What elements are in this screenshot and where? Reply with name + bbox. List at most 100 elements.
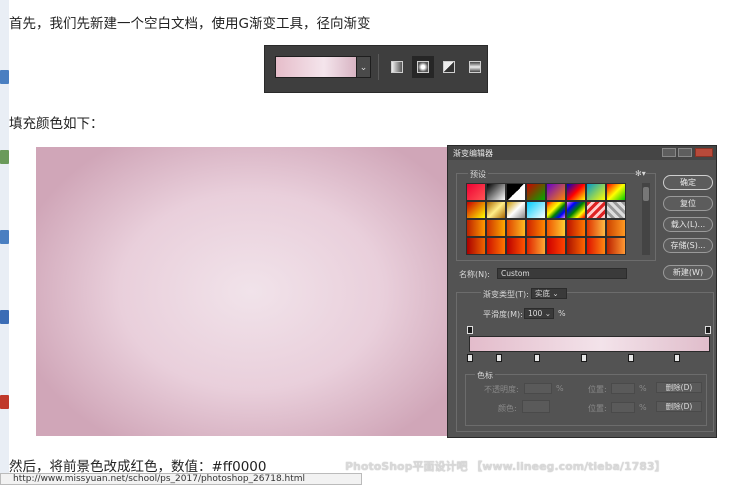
opacity-location-field[interactable] [611,383,635,394]
color-stop[interactable] [534,354,540,362]
dialog-titlebar: 渐变编辑器 [448,146,716,160]
preset-swatch[interactable] [466,219,486,237]
preset-swatch[interactable] [486,183,506,201]
preset-swatch[interactable] [546,237,566,255]
reset-button[interactable]: 复位 [663,196,713,211]
gradient-preview-bar[interactable] [469,336,710,352]
color-label: 颜色: [498,404,517,413]
smoothness-unit: % [558,309,566,318]
name-label: 名称(N): [459,270,490,279]
opacity-unit: % [556,384,564,393]
preset-swatch[interactable] [466,237,486,255]
toolbar-divider [378,54,379,80]
presets-label: 预设 [468,169,488,180]
dialog-title: 渐变编辑器 [453,149,493,158]
desktop-shortcut-icon[interactable] [0,395,9,409]
gradient-picker-swatch[interactable] [275,56,357,78]
preset-swatch[interactable] [486,201,506,219]
close-icon[interactable] [695,148,713,157]
gradient-type-select[interactable]: 实底 ⌄ [531,288,567,299]
preset-swatch[interactable] [606,183,626,201]
name-field[interactable]: Custom [497,268,627,279]
opacity-label: 不透明度: [484,385,519,394]
preset-swatch[interactable] [546,201,566,219]
preset-swatch[interactable] [506,201,526,219]
preset-swatch[interactable] [506,183,526,201]
delete-opacity-stop-button[interactable]: 删除(D) [656,382,702,393]
preset-swatch[interactable] [486,219,506,237]
opacity-location-label: 位置: [588,385,607,394]
opacity-field[interactable] [524,383,552,394]
preset-swatch[interactable] [586,201,606,219]
document-canvas-radial-fill [36,147,450,436]
preset-swatch[interactable] [526,237,546,255]
gear-icon[interactable]: ✻▾ [635,169,646,178]
gradient-dropdown-button[interactable]: ⌄ [357,56,371,78]
delete-color-stop-button[interactable]: 删除(D) [656,401,702,412]
stops-group-label: 色标 [475,370,495,381]
new-button[interactable]: 新建(W) [663,265,713,280]
scrollbar-thumb[interactable] [643,187,649,201]
desktop-shortcut-icon[interactable] [0,70,9,84]
angle-gradient-icon [443,61,455,73]
radial-gradient-button[interactable] [412,56,434,78]
preset-swatch[interactable] [486,237,506,255]
preset-swatch[interactable] [546,183,566,201]
gradient-options-bar: ⌄ [264,45,488,93]
opacity-location-unit: % [639,384,647,393]
desktop-shortcut-icon[interactable] [0,230,9,244]
preset-swatch[interactable] [566,183,586,201]
preset-swatch[interactable] [506,219,526,237]
reflected-gradient-button[interactable] [464,56,486,78]
reflected-gradient-icon [469,61,481,73]
desktop-icon-strip [0,0,9,485]
maximize-icon[interactable] [678,148,692,157]
presets-scrollbar[interactable] [642,183,650,255]
desktop-shortcut-icon[interactable] [0,310,9,324]
article-text-next-step: 然后，将前景色改成红色，数值：#ff0000 [9,459,267,475]
preset-swatch[interactable] [506,237,526,255]
color-stop[interactable] [496,354,502,362]
desktop-shortcut-icon[interactable] [0,150,9,164]
linear-gradient-icon [391,61,403,73]
article-text-intro: 首先，我们先新建一个空白文档，使用G渐变工具，径向渐变 [9,16,371,32]
preset-swatch[interactable] [466,183,486,201]
color-location-field[interactable] [611,402,635,413]
preset-swatch[interactable] [586,183,606,201]
ok-button[interactable]: 确定 [663,175,713,190]
color-location-label: 位置: [588,404,607,413]
minimize-icon[interactable] [662,148,676,157]
save-button[interactable]: 存储(S)... [663,238,713,253]
preset-swatch[interactable] [526,219,546,237]
preset-swatch[interactable] [606,201,626,219]
color-location-unit: % [639,403,647,412]
preset-swatch[interactable] [566,237,586,255]
angle-gradient-button[interactable] [438,56,460,78]
load-button[interactable]: 载入(L)... [663,217,713,232]
preset-swatch[interactable] [606,237,626,255]
preset-swatch[interactable] [466,201,486,219]
opacity-stop-right[interactable] [705,326,711,334]
preset-swatch[interactable] [586,219,606,237]
preset-swatch[interactable] [526,183,546,201]
chevron-down-icon: ⌄ [359,63,368,73]
watermark-text: PhotoShop平面设计吧 【www.lineeg.com/tieba/178… [345,460,666,473]
preset-swatch[interactable] [586,237,606,255]
preset-swatch[interactable] [546,219,566,237]
preset-swatch[interactable] [526,201,546,219]
article-text-fill: 填充颜色如下： [9,116,104,132]
gradient-type-value: 实底 [535,289,550,298]
preset-swatch[interactable] [566,201,586,219]
color-stop[interactable] [674,354,680,362]
color-stop[interactable] [628,354,634,362]
smoothness-label: 平滑度(M): [483,310,523,319]
color-swatch[interactable] [522,400,550,413]
linear-gradient-button[interactable] [386,56,408,78]
color-stop[interactable] [581,354,587,362]
preset-swatch[interactable] [606,219,626,237]
smoothness-field[interactable]: 100 ⌄ [524,308,554,319]
color-stop[interactable] [467,354,473,362]
preset-swatch[interactable] [566,219,586,237]
opacity-stop-left[interactable] [467,326,473,334]
gradient-editor-dialog: 渐变编辑器 预设 ✻▾ 确定 复位 载入(L)... 存储(S)... 名称(N… [447,145,717,438]
